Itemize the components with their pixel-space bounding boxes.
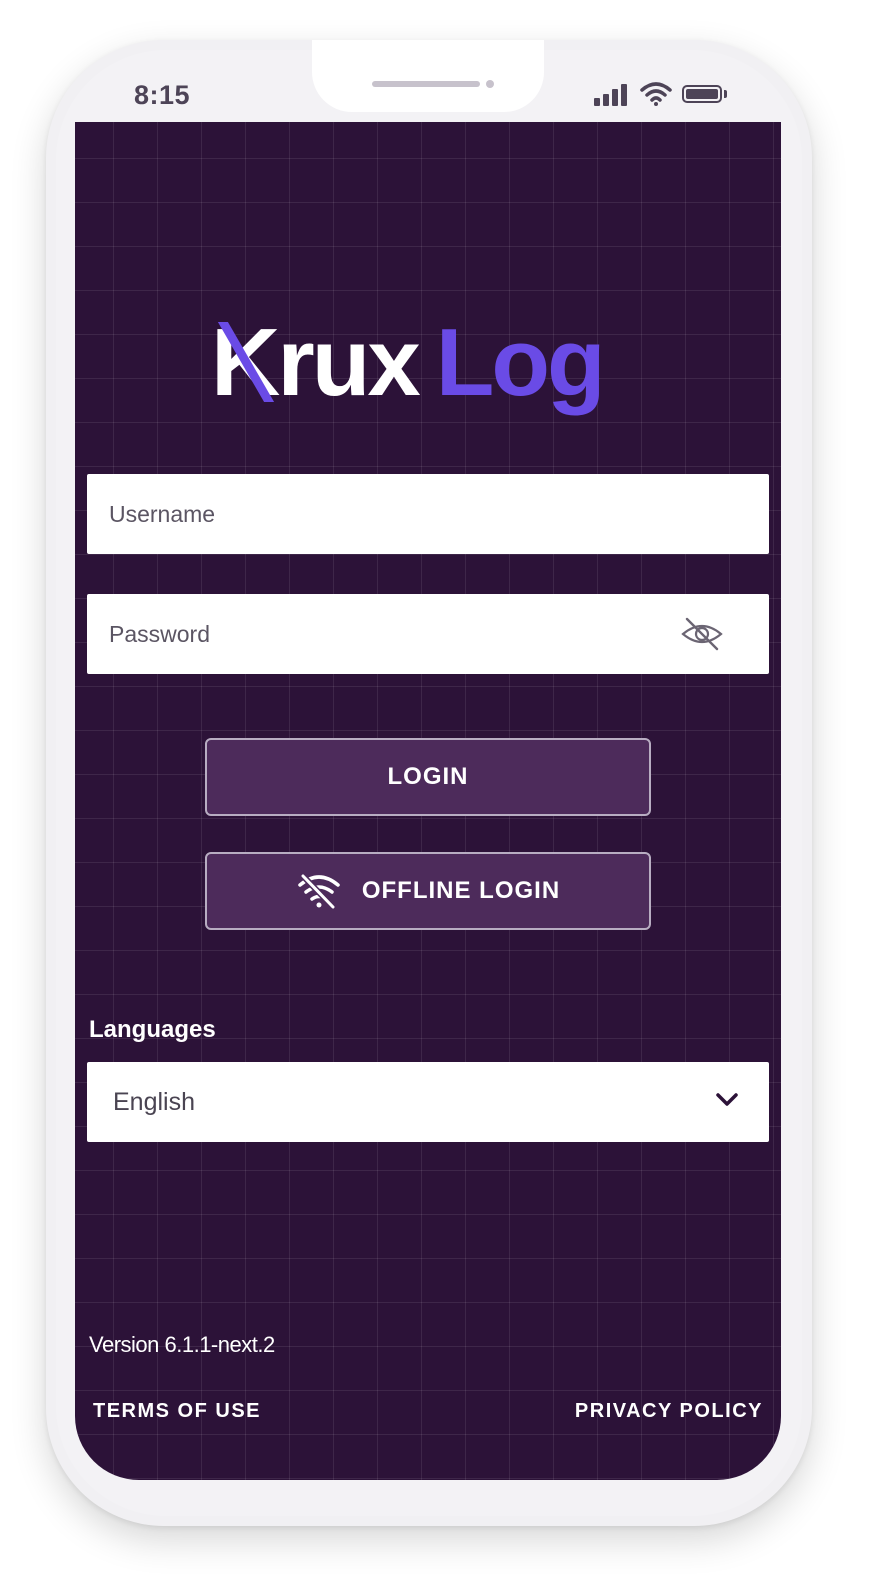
camera	[486, 80, 494, 88]
login-button-label: LOGIN	[387, 763, 469, 790]
battery-icon	[682, 85, 722, 103]
notch	[312, 40, 544, 112]
username-placeholder: Username	[109, 501, 216, 527]
chevron-down-icon	[716, 1093, 738, 1106]
app-logo: Krux Log	[211, 308, 651, 428]
battery-tip	[724, 90, 727, 98]
offline-login-button[interactable]: OFFLINE LOGIN	[205, 852, 651, 930]
password-placeholder: Password	[109, 621, 210, 647]
password-field[interactable]: Password	[87, 594, 769, 674]
privacy-policy-link[interactable]: PRIVACY POLICY	[575, 1400, 763, 1423]
speaker	[372, 81, 480, 87]
eye-off-icon[interactable]	[679, 616, 725, 652]
language-selected-value: English	[113, 1088, 195, 1116]
wifi-off-icon	[298, 873, 340, 909]
offline-login-label: OFFLINE LOGIN	[361, 877, 561, 904]
terms-of-use-link[interactable]: TERMS OF USE	[93, 1400, 261, 1423]
version-label: Version 6.1.1-next.2	[89, 1332, 275, 1357]
languages-label: Languages	[89, 1016, 216, 1043]
login-button[interactable]: LOGIN	[205, 738, 651, 816]
username-field[interactable]: Username	[87, 474, 769, 554]
signal-icon	[594, 84, 630, 106]
language-select[interactable]: English	[87, 1062, 769, 1142]
login-screen: Krux Log Username Password LOGIN OFFLINE …	[75, 122, 781, 1480]
logo-log: Log	[435, 309, 606, 416]
status-time: 8:15	[134, 80, 191, 110]
wifi-icon	[640, 82, 672, 106]
